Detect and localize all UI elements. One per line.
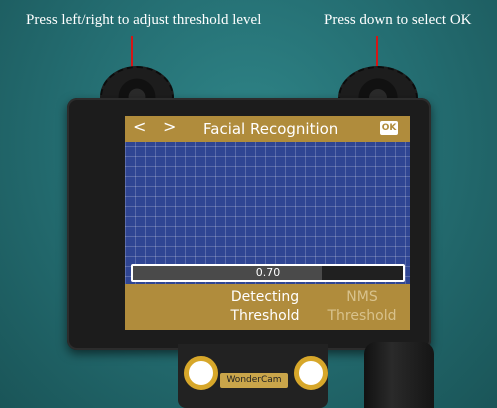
device-screen: < > Facial Recognition OK 0.70 Detecting… [125, 116, 410, 330]
option-nms-line1: NMS [346, 289, 378, 305]
usb-cable [364, 342, 434, 408]
chevron-left-icon[interactable]: < [133, 117, 146, 136]
arrow-down-button-icon [371, 36, 383, 78]
option-nms-line2: Threshold [327, 308, 397, 324]
option-detecting-threshold[interactable]: Detecting Threshold [225, 288, 305, 326]
arrow-left-button-icon [126, 36, 138, 78]
option-detecting-line2: Threshold [230, 308, 300, 324]
option-detecting-line1: Detecting [230, 289, 300, 305]
instruction-down: Press down to select OK [324, 12, 472, 28]
screen-footer: Detecting Threshold NMS Threshold [125, 284, 410, 330]
instruction-left-right: Press left/right to adjust threshold lev… [26, 12, 262, 28]
screen-title-bar: < > Facial Recognition OK [125, 116, 410, 142]
brand-label: WonderCam [220, 373, 288, 388]
mount-hole-right [294, 356, 328, 390]
mount-hole-left [184, 356, 218, 390]
screen-title: Facial Recognition [203, 120, 339, 138]
chevron-right-icon[interactable]: > [163, 117, 176, 136]
threshold-value: 0.70 [255, 266, 281, 279]
ok-button[interactable]: OK [380, 121, 398, 135]
option-nms-threshold[interactable]: NMS Threshold [317, 288, 407, 326]
threshold-slider[interactable]: 0.70 [131, 264, 405, 282]
